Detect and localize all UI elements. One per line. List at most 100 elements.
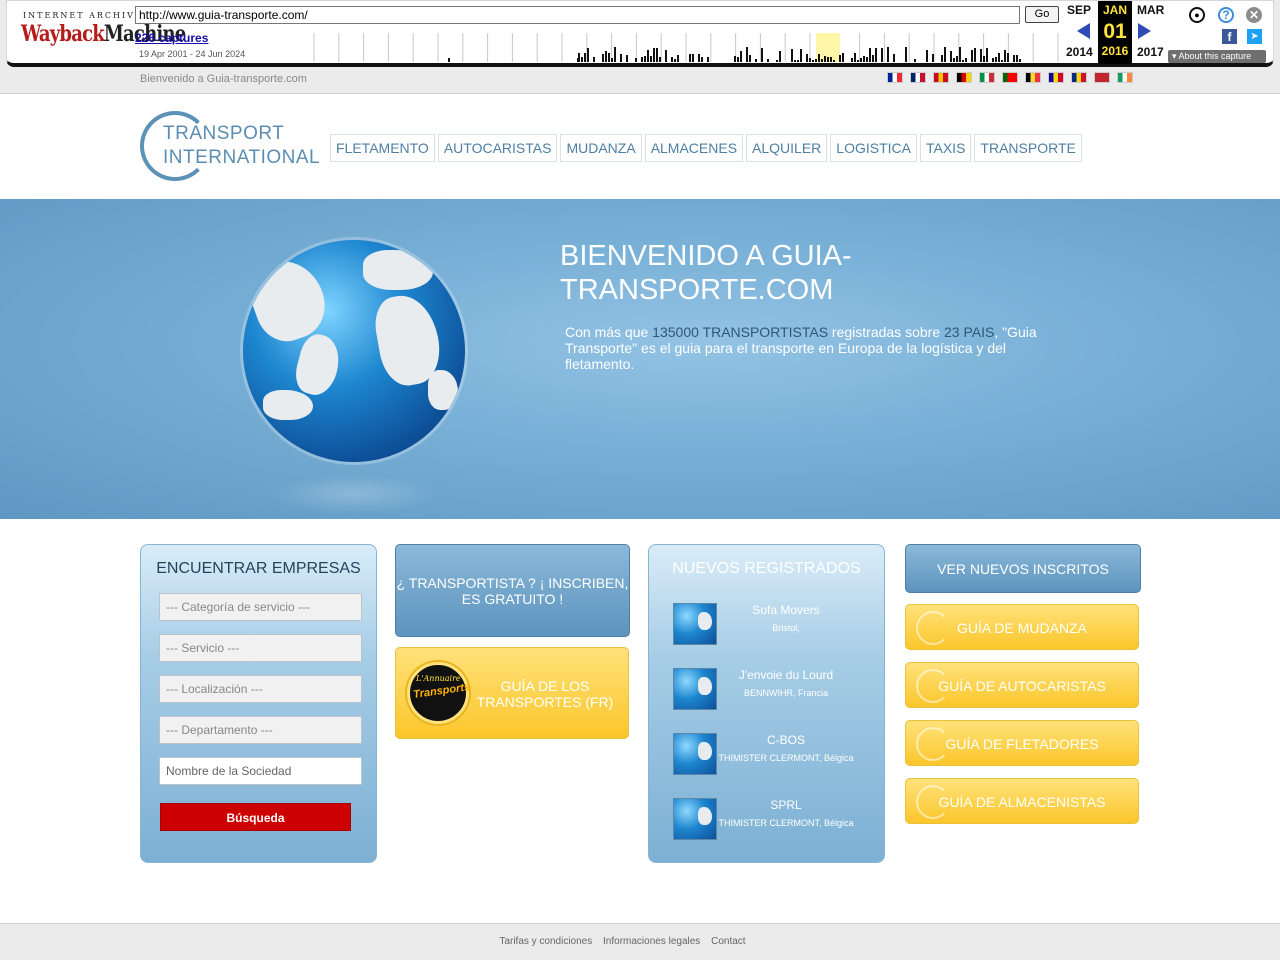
wayback-captures-link[interactable]: 226 captures bbox=[135, 31, 208, 45]
company-location: Bristol, bbox=[772, 623, 800, 633]
location-select[interactable]: --- Localización --- bbox=[159, 675, 362, 703]
list-item[interactable]: Sofa Movers Bristol, bbox=[649, 603, 886, 647]
logo-ring-icon bbox=[140, 111, 210, 181]
view-new-inscribed-button[interactable]: VER NUEVOS INSCRITOS bbox=[905, 544, 1141, 593]
company-thumbnail bbox=[673, 733, 717, 775]
department-select[interactable]: --- Departamento --- bbox=[159, 716, 362, 744]
site-header: TRANSPORT INTERNATIONAL FLETAMENTO AUTOC… bbox=[0, 95, 1280, 199]
nav-mudanza[interactable]: MUDANZA bbox=[560, 134, 642, 162]
company-location: THIMISTER CLERMONT, Bélgica bbox=[718, 753, 854, 763]
company-location: BENNWIHR, Francia bbox=[743, 688, 828, 698]
company-name: J'envoie du Lourd bbox=[738, 668, 834, 682]
facebook-icon[interactable]: f bbox=[1222, 29, 1237, 44]
prev-arrow-icon[interactable] bbox=[1077, 23, 1090, 39]
twitter-icon[interactable]: ➤ bbox=[1247, 29, 1262, 44]
nav-alquiler[interactable]: ALQUILER bbox=[746, 134, 828, 162]
flag-ie-icon[interactable] bbox=[1117, 72, 1133, 83]
prev-month-label: SEP bbox=[1066, 3, 1091, 17]
main-nav: FLETAMENTO AUTOCARISTAS MUDANZA ALMACENE… bbox=[330, 134, 1082, 162]
badge-text-b: Transports bbox=[412, 681, 471, 701]
help-icon[interactable]: ? bbox=[1218, 7, 1234, 23]
footer-link-contact[interactable]: Contact bbox=[711, 936, 745, 947]
logo-line-2: INTERNATIONAL bbox=[163, 147, 321, 168]
top-strip: Bienvenido a Guia-transporte.com bbox=[0, 70, 1280, 94]
user-icon[interactable]: ● bbox=[1189, 7, 1205, 23]
hero-highlight-countries: 23 PAIS bbox=[943, 324, 995, 340]
flag-ro-icon[interactable] bbox=[1071, 72, 1087, 83]
company-name: C-BOS bbox=[766, 733, 805, 747]
nav-almacenes[interactable]: ALMACENES bbox=[644, 134, 744, 162]
flag-it-icon[interactable] bbox=[979, 72, 995, 83]
guide-autocaristas-button[interactable]: GUÍA DE AUTOCARISTAS bbox=[905, 662, 1139, 708]
nav-logistica[interactable]: LOGISTICA bbox=[830, 134, 917, 162]
company-location: THIMISTER CLERMONT, Bélgica bbox=[718, 818, 854, 828]
footer-link-legales[interactable]: Informaciones legales bbox=[603, 936, 700, 947]
about-capture-label: About this capture bbox=[1178, 51, 1252, 61]
company-name: Sofa Movers bbox=[752, 603, 820, 617]
wayback-go-button[interactable]: Go bbox=[1025, 6, 1059, 23]
welcome-message: Bienvenido a Guia-transporte.com bbox=[140, 73, 307, 85]
guide-fletadores-button[interactable]: GUÍA DE FLETADORES bbox=[905, 720, 1139, 766]
close-icon[interactable]: ✕ bbox=[1246, 7, 1262, 23]
nav-fletamento[interactable]: FLETAMENTO bbox=[330, 134, 435, 162]
guide-almacenistas-button[interactable]: GUÍA DE ALMACENISTAS bbox=[905, 778, 1139, 824]
wayback-date-range: 19 Apr 2001 - 24 Jun 2024 bbox=[139, 49, 246, 59]
flag-de-icon[interactable] bbox=[956, 72, 972, 83]
company-name-input[interactable]: Nombre de la Sociedad bbox=[159, 757, 362, 785]
next-month-label: MAR bbox=[1137, 3, 1165, 17]
signup-button[interactable]: ¿ TRANSPORTISTA ? ¡ INSCRIBEN, ES GRATUI… bbox=[395, 544, 630, 637]
guide-fr-label: GUÍA DE LOS TRANSPORTES (FR) bbox=[476, 678, 614, 710]
annuaire-badge-icon: L'Annuaire Transports bbox=[407, 662, 471, 724]
current-day-label: 01 bbox=[1103, 20, 1127, 43]
flag-pt-icon[interactable] bbox=[1002, 72, 1018, 83]
category-select[interactable]: --- Categoría de servicio --- bbox=[159, 593, 362, 621]
flag-be-icon[interactable] bbox=[1025, 72, 1041, 83]
flag-ma-icon[interactable] bbox=[1094, 72, 1110, 83]
service-select[interactable]: --- Servicio --- bbox=[159, 634, 362, 662]
wayback-current-capture: JAN 01 2016 bbox=[1098, 1, 1132, 64]
list-item[interactable]: J'envoie du Lourd BENNWIHR, Francia bbox=[649, 668, 886, 712]
site-logo[interactable]: TRANSPORT INTERNATIONAL bbox=[140, 111, 320, 183]
globe-image bbox=[243, 240, 465, 462]
wayback-toolbar: INTERNET ARCHIVE WaybackMachine Go 226 c… bbox=[0, 0, 1280, 70]
list-item[interactable]: SPRL THIMISTER CLERMONT, Bélgica bbox=[649, 798, 886, 842]
hero-text-pre: Con más que bbox=[565, 324, 653, 340]
hero-text-mid: registradas sobre bbox=[828, 324, 944, 340]
wayback-next-month[interactable]: MAR 2017 bbox=[1137, 1, 1165, 59]
search-panel: ENCUENTRAR EMPRESAS --- Categoría de ser… bbox=[140, 544, 377, 863]
guide-almacenistas-label: GUÍA DE ALMACENISTAS bbox=[938, 794, 1106, 810]
current-year-label: 2016 bbox=[1101, 44, 1129, 58]
flag-en-icon[interactable] bbox=[910, 72, 926, 83]
guide-autocaristas-label: GUÍA DE AUTOCARISTAS bbox=[938, 678, 1106, 694]
wayback-logo-top: INTERNET ARCHIVE bbox=[23, 11, 143, 20]
company-thumbnail bbox=[673, 798, 717, 840]
search-button[interactable]: Búsqueda bbox=[160, 803, 351, 831]
guide-fletadores-label: GUÍA DE FLETADORES bbox=[945, 736, 1099, 752]
flag-fr-icon[interactable] bbox=[887, 72, 903, 83]
nav-autocaristas[interactable]: AUTOCARISTAS bbox=[437, 134, 558, 162]
signup-label: ¿ TRANSPORTISTA ? ¡ INSCRIBEN, ES GRATUI… bbox=[396, 575, 629, 607]
about-capture-button[interactable]: ▾ About this capture bbox=[1168, 50, 1266, 63]
view-new-inscribed-label: VER NUEVOS INSCRITOS bbox=[937, 561, 1109, 577]
company-thumbnail bbox=[673, 668, 717, 710]
site-footer: Tarifas y condiciones Informaciones lega… bbox=[0, 923, 1280, 960]
nav-transporte[interactable]: TRANSPORTE bbox=[974, 134, 1082, 162]
flag-ad-icon[interactable] bbox=[1048, 72, 1064, 83]
wayback-url-input[interactable] bbox=[135, 6, 1020, 24]
wayback-capture-timeline[interactable] bbox=[308, 33, 1060, 62]
prev-year-label: 2014 bbox=[1066, 45, 1093, 59]
guide-mudanza-label: GUÍA DE MUDANZA bbox=[957, 620, 1087, 636]
new-registered-title: NUEVOS REGISTRADOS bbox=[672, 560, 861, 577]
guide-fr-button[interactable]: L'Annuaire Transports GUÍA DE LOS TRANSP… bbox=[395, 647, 629, 739]
nav-taxis[interactable]: TAXIS bbox=[919, 134, 972, 162]
wayback-toolbar-panel: INTERNET ARCHIVE WaybackMachine Go 226 c… bbox=[6, 0, 1274, 67]
current-month-label: JAN bbox=[1102, 3, 1127, 17]
search-panel-title: ENCUENTRAR EMPRESAS bbox=[156, 560, 361, 577]
flag-es-icon[interactable] bbox=[933, 72, 949, 83]
next-year-label: 2017 bbox=[1137, 45, 1164, 59]
list-item[interactable]: C-BOS THIMISTER CLERMONT, Bélgica bbox=[649, 733, 886, 777]
guide-mudanza-button[interactable]: GUÍA DE MUDANZA bbox=[905, 604, 1139, 650]
hero-title: BIENVENIDO A GUIA-TRANSPORTE.COM bbox=[560, 240, 852, 306]
logo-line-1: TRANSPORT bbox=[163, 123, 285, 144]
footer-link-tarifas[interactable]: Tarifas y condiciones bbox=[499, 936, 592, 947]
